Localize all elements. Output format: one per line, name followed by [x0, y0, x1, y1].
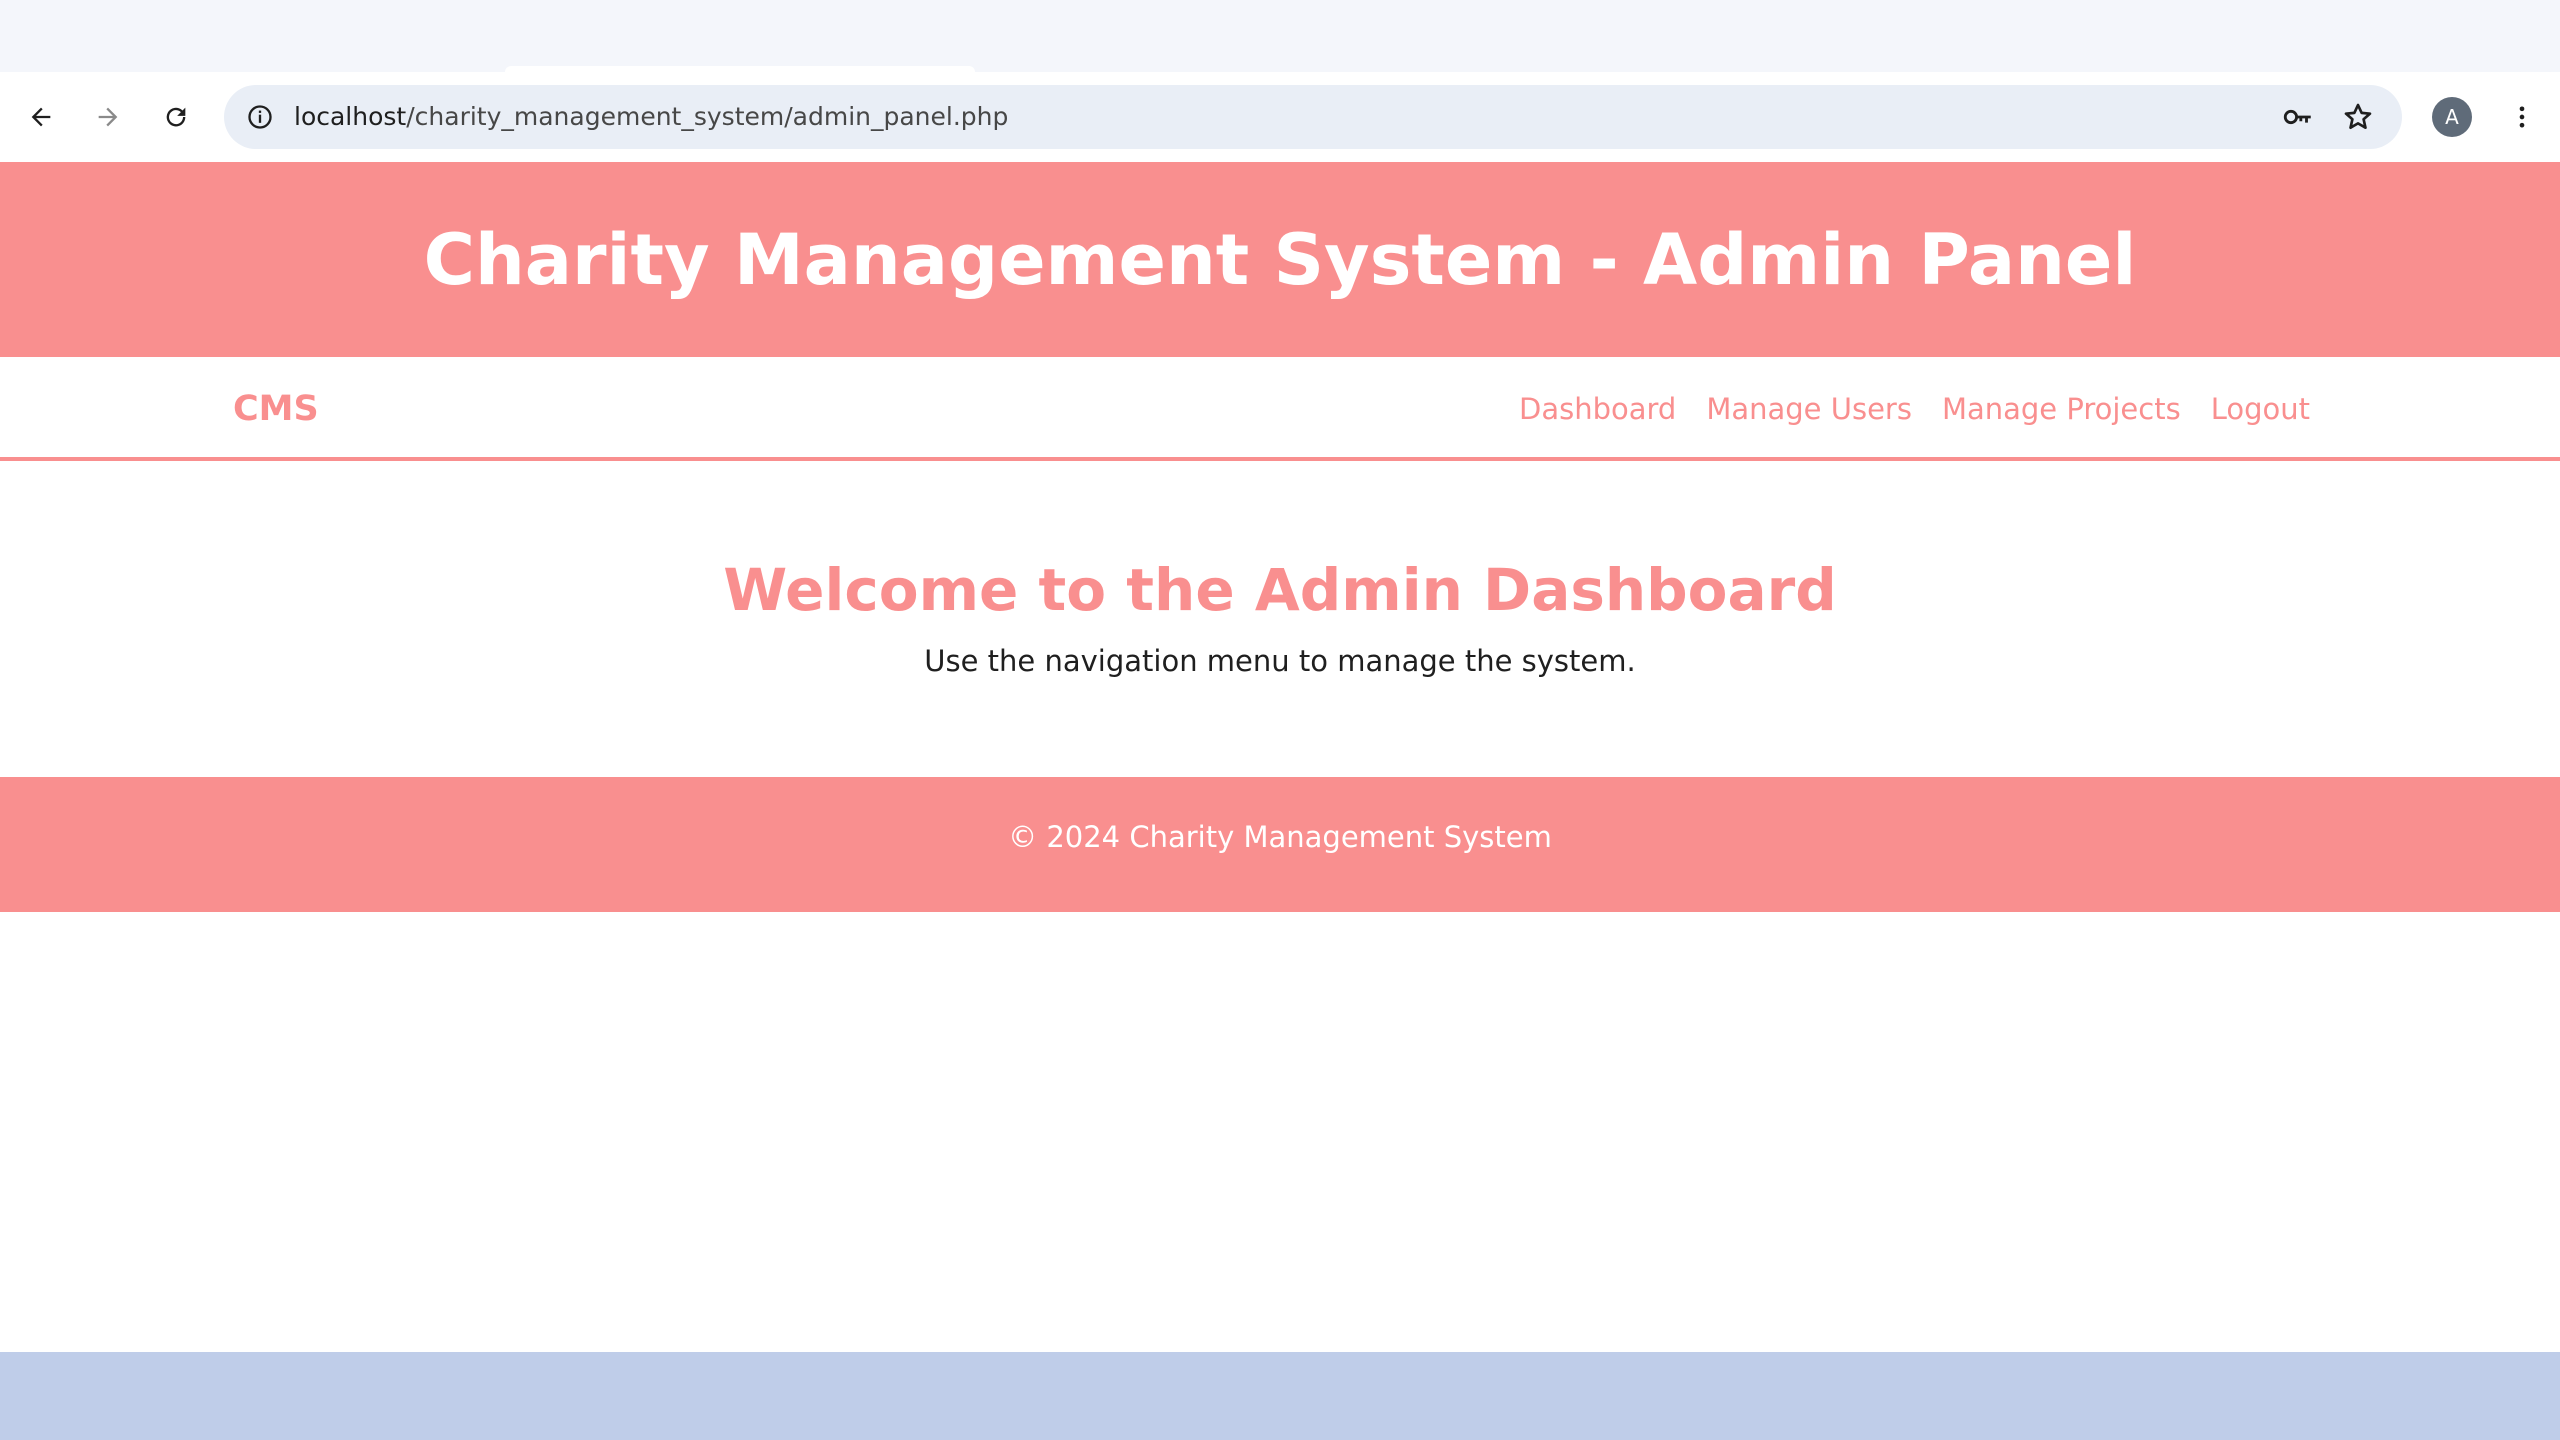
nav-link-dashboard[interactable]: Dashboard: [1519, 392, 1676, 426]
site-footer: © 2024 Charity Management System: [0, 777, 2560, 912]
profile-avatar[interactable]: A: [2432, 97, 2472, 137]
star-icon[interactable]: [2340, 99, 2376, 135]
site-nav: CMS Dashboard Manage Users Manage Projec…: [0, 357, 2560, 461]
page-viewport: Charity Management System - Admin Panel …: [0, 162, 2560, 1352]
welcome-subtext: Use the navigation menu to manage the sy…: [924, 644, 1636, 678]
info-icon[interactable]: [242, 99, 278, 135]
three-dots-icon[interactable]: [2500, 95, 2544, 139]
url-host: localhost: [294, 102, 407, 131]
nav-links: Dashboard Manage Users Manage Projects L…: [1519, 357, 2310, 461]
tab-strip: [0, 0, 2560, 72]
brand-link[interactable]: CMS: [233, 357, 319, 461]
url-path: /charity_management_system/admin_panel.p…: [406, 102, 1009, 131]
back-button[interactable]: [19, 95, 63, 139]
reload-icon: [166, 107, 186, 127]
main-content: Welcome to the Admin Dashboard Use the n…: [0, 461, 2560, 777]
site-header: Charity Management System - Admin Panel: [0, 162, 2560, 357]
nav-link-manage-users[interactable]: Manage Users: [1706, 392, 1912, 426]
nav-link-manage-projects[interactable]: Manage Projects: [1942, 392, 2181, 426]
page-title: Charity Management System - Admin Panel: [423, 218, 2137, 301]
arrow-left-icon: [31, 107, 51, 127]
footer-text: © 2024 Charity Management System: [1008, 819, 1552, 854]
address-bar[interactable]: localhost/charity_management_system/admi…: [224, 85, 2402, 149]
forward-button[interactable]: [86, 95, 130, 139]
url-text[interactable]: localhost/charity_management_system/admi…: [294, 85, 1008, 149]
welcome-heading: Welcome to the Admin Dashboard: [723, 556, 1837, 624]
arrow-right-icon: [98, 107, 118, 127]
reload-button[interactable]: [154, 95, 198, 139]
taskbar: [0, 1352, 2560, 1440]
nav-link-logout[interactable]: Logout: [2211, 392, 2310, 426]
key-icon[interactable]: [2280, 99, 2316, 135]
